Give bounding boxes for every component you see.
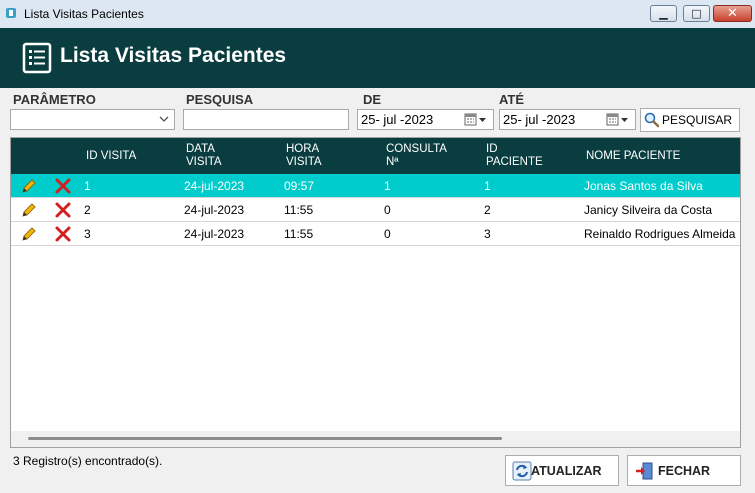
col-id-paciente[interactable]: ID PACIENTE [486, 143, 543, 169]
pesquisa-input[interactable] [183, 109, 349, 130]
de-label: DE [363, 92, 382, 107]
col-hora-visita-label-2: VISITA [286, 156, 322, 168]
ate-label: ATÉ [499, 92, 525, 107]
record-count-status: 3 Registro(s) encontrado(s). [13, 454, 163, 468]
cell-data-visita: 24-jul-2023 [184, 203, 245, 217]
table-row[interactable]: 3 24-jul-2023 11:55 0 3 Reinaldo Rodrigu… [11, 222, 740, 246]
maximize-button[interactable]: □ [683, 5, 710, 22]
cell-id-paciente: 2 [484, 203, 491, 217]
atualizar-button[interactable]: ATUALIZAR [505, 455, 619, 486]
col-data-visita[interactable]: DATA VISITA [186, 143, 222, 169]
col-nome-paciente[interactable]: NOME PACIENTE [586, 150, 680, 163]
calendar-icon[interactable] [464, 113, 490, 127]
col-consulta-label: CONSULTA [386, 143, 447, 155]
scrollbar-thumb[interactable] [28, 437, 502, 440]
maximize-icon: □ [691, 7, 702, 20]
pesquisar-button[interactable]: PESQUISAR [640, 108, 740, 132]
col-hora-visita-label: HORA [286, 143, 320, 155]
cell-consulta: 1 [384, 179, 391, 193]
edit-icon[interactable] [20, 201, 38, 219]
edit-icon[interactable] [20, 225, 38, 243]
cell-nome-paciente: Jonas Santos da Silva [584, 179, 703, 193]
refresh-icon [512, 461, 532, 481]
ate-date-value: 25- jul -2023 [503, 112, 576, 127]
cell-nome-paciente: Reinaldo Rodrigues Almeida [584, 227, 736, 241]
cell-data-visita: 24-jul-2023 [184, 227, 245, 241]
col-id-paciente-label: ID [486, 143, 498, 155]
cell-id-paciente: 1 [484, 179, 491, 193]
cell-nome-paciente: Janicy Silveira da Costa [584, 203, 713, 217]
parametro-label: PARÂMETRO [13, 92, 96, 107]
cell-hora-visita: 11:55 [284, 203, 314, 217]
close-window-button[interactable]: ✕ [713, 5, 752, 22]
pesquisar-label: PESQUISAR [662, 113, 733, 127]
minimize-button[interactable]: ▁ [650, 5, 677, 22]
cell-hora-visita: 09:57 [284, 179, 315, 193]
atualizar-label: ATUALIZAR [531, 464, 602, 478]
de-date-value: 25- jul -2023 [361, 112, 434, 127]
cell-consulta: 0 [384, 227, 391, 241]
edit-icon[interactable] [20, 177, 38, 195]
col-nome-paciente-label: NOME PACIENTE [586, 150, 681, 162]
col-hora-visita[interactable]: HORA VISITA [286, 143, 322, 169]
window-title: Lista Visitas Pacientes [24, 7, 144, 21]
exit-icon [636, 462, 653, 480]
de-date-picker[interactable]: 25- jul -2023 [357, 109, 494, 130]
delete-icon[interactable] [54, 225, 72, 243]
ate-date-picker[interactable]: 25- jul -2023 [499, 109, 636, 130]
cell-id-visita: 3 [84, 227, 91, 241]
col-consulta[interactable]: CONSULTA Nª [386, 143, 447, 169]
cell-consulta: 0 [384, 203, 391, 217]
visits-table: ID VISITA DATA VISITA HORA VISITA CONSULTA… [10, 137, 741, 448]
horizontal-scrollbar[interactable] [11, 431, 740, 447]
parametro-select[interactable] [10, 109, 175, 130]
col-id-paciente-label-2: PACIENTE [486, 156, 543, 168]
table-row[interactable]: 1 24-jul-2023 09:57 1 1 Jonas Santos da … [11, 174, 740, 198]
app-icon [6, 8, 16, 18]
minimize-icon: ▁ [659, 7, 668, 20]
fechar-button[interactable]: FECHAR [627, 455, 741, 486]
chevron-down-icon [159, 116, 169, 122]
col-id-visita-label: ID VISITA [86, 150, 137, 162]
col-data-visita-label-2: VISITA [186, 156, 222, 168]
page-header: Lista Visitas Pacientes [0, 28, 755, 88]
search-icon [644, 112, 660, 128]
close-icon: ✕ [727, 6, 738, 21]
col-id-visita[interactable]: ID VISITA [86, 150, 136, 163]
cell-data-visita: 24-jul-2023 [184, 179, 245, 193]
table-row[interactable]: 2 24-jul-2023 11:55 0 2 Janicy Silveira … [11, 198, 740, 222]
col-data-visita-label: DATA [186, 143, 215, 155]
cell-hora-visita: 11:55 [284, 227, 314, 241]
delete-icon[interactable] [54, 177, 72, 195]
list-icon [22, 42, 52, 74]
page-title: Lista Visitas Pacientes [60, 44, 287, 67]
cell-id-paciente: 3 [484, 227, 491, 241]
cell-id-visita: 2 [84, 203, 91, 217]
pesquisa-label: PESQUISA [186, 92, 254, 107]
window-titlebar: Lista Visitas Pacientes ▁ □ ✕ [0, 0, 755, 29]
delete-icon[interactable] [54, 201, 72, 219]
table-header: ID VISITA DATA VISITA HORA VISITA CONSULTA… [11, 138, 740, 174]
col-consulta-label-2: Nª [386, 156, 399, 168]
cell-id-visita: 1 [84, 179, 91, 193]
calendar-icon[interactable] [606, 113, 632, 127]
fechar-label: FECHAR [658, 464, 711, 478]
